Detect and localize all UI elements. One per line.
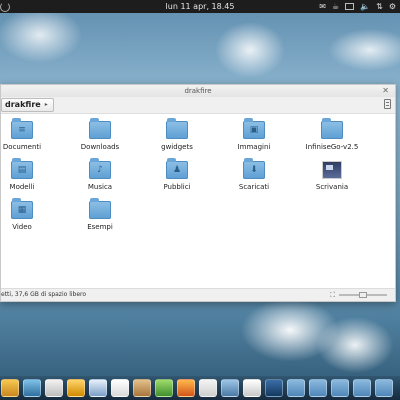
folder-documents-icon: ≡ (11, 118, 33, 139)
battery-icon[interactable] (345, 3, 355, 10)
top-panel: lun 11 apr, 18.45 ✉ ☕ 🔈 ⇅ ⚙ (0, 0, 400, 13)
menu-icon[interactable] (384, 99, 391, 109)
dock-app-blocks-icon[interactable] (89, 379, 107, 397)
file-item-scrivania[interactable]: Scrivania (297, 161, 367, 191)
file-item-esempi[interactable]: Esempi (65, 198, 135, 231)
file-item-pubblici[interactable]: ♟ Pubblici (142, 158, 212, 191)
folder-download-icon: ⬇ (243, 158, 265, 179)
file-item-gwidgets[interactable]: gwidgets (142, 118, 212, 151)
window-title: drakfire (184, 87, 212, 95)
folder-pictures-icon: ▣ (243, 118, 265, 139)
dock-folder-icon[interactable] (309, 379, 327, 397)
dock-app-notes-icon[interactable] (67, 379, 85, 397)
network-icon[interactable]: ⇅ (376, 0, 383, 13)
file-label: Video (12, 223, 32, 231)
folder-videos-icon: ▦ (11, 198, 33, 219)
file-item-infinisego[interactable]: InfiniseGo-v2.5 (297, 118, 367, 151)
file-manager-window: drakfire ✕ drakfire ▸ ≡ Documenti Downlo… (0, 84, 396, 302)
dock-app-firefox-icon[interactable] (177, 379, 195, 397)
folder-icon (321, 118, 343, 139)
file-label: Modelli (9, 183, 35, 191)
file-grid: ≡ Documenti Downloads gwidgets ▣ Immagin… (1, 113, 395, 289)
dock-app-display-icon[interactable] (265, 379, 283, 397)
dock-folder-icon[interactable] (353, 379, 371, 397)
file-item-musica[interactable]: ♪ Musica (65, 158, 135, 191)
folder-templates-icon: ▤ (11, 158, 33, 179)
dock-app-text-editor-icon[interactable] (45, 379, 63, 397)
settings-gear-icon[interactable]: ⚙ (389, 0, 396, 13)
dock-app-network-icon[interactable] (23, 379, 41, 397)
file-label: gwidgets (161, 143, 193, 151)
status-text: etti, 37,6 GB di spazio libero (1, 291, 87, 298)
file-label: Scrivania (315, 183, 349, 191)
folder-icon (166, 118, 188, 139)
status-bar: etti, 37,6 GB di spazio libero ⛶ (1, 288, 395, 301)
breadcrumb-home[interactable]: drakfire ▸ (1, 98, 54, 112)
window-titlebar[interactable]: drakfire ✕ (1, 85, 395, 97)
desktop-icon (322, 161, 342, 179)
dock-app-user-icon[interactable] (243, 379, 261, 397)
folder-music-icon: ♪ (89, 158, 111, 179)
zoom-slider-thumb[interactable] (359, 292, 367, 298)
dock-app-calculator-icon[interactable] (199, 379, 217, 397)
file-item-modelli[interactable]: ▤ Modelli (0, 158, 57, 191)
zoom-slider[interactable] (339, 292, 387, 298)
fullscreen-icon[interactable]: ⛶ (330, 289, 335, 301)
chat-icon[interactable]: ☕ (332, 0, 339, 13)
dock-folder-icon[interactable] (375, 379, 393, 397)
dock-app-tools-icon[interactable] (221, 379, 239, 397)
file-label: Immagini (237, 143, 271, 151)
dock-folder-icon[interactable] (331, 379, 349, 397)
close-icon[interactable]: ✕ (382, 85, 389, 97)
dock-app-pacman-icon[interactable] (155, 379, 173, 397)
file-label: Pubblici (163, 183, 191, 191)
folder-publicshare-icon: ♟ (166, 158, 188, 179)
file-label: Documenti (2, 143, 42, 151)
file-label: Musica (87, 183, 113, 191)
file-label: Scaricati (238, 183, 270, 191)
chevron-right-icon: ▸ (44, 101, 48, 108)
system-tray: ✉ ☕ 🔈 ⇅ ⚙ (319, 0, 396, 13)
dock-folder-icon[interactable] (287, 379, 305, 397)
file-item-downloads[interactable]: Downloads (65, 118, 135, 151)
dock-app-help-icon[interactable] (111, 379, 129, 397)
file-label: Esempi (87, 223, 113, 231)
folder-downloads-icon (89, 118, 111, 139)
mail-icon[interactable]: ✉ (319, 0, 326, 13)
folder-icon (89, 198, 111, 219)
file-label: InfiniseGo-v2.5 (305, 143, 359, 151)
file-item-video[interactable]: ▦ Video (0, 198, 57, 231)
dock (0, 376, 400, 400)
dock-app-archive-icon[interactable] (133, 379, 151, 397)
volume-icon[interactable]: 🔈 (360, 0, 370, 13)
toolbar: drakfire ▸ (1, 97, 395, 114)
breadcrumb-label: drakfire (5, 100, 41, 109)
file-label: Downloads (80, 143, 120, 151)
file-item-immagini[interactable]: ▣ Immagini (219, 118, 289, 151)
dock-app-files-icon[interactable] (1, 379, 19, 397)
file-item-scaricati[interactable]: ⬇ Scaricati (219, 158, 289, 191)
file-item-documenti[interactable]: ≡ Documenti (0, 118, 57, 151)
